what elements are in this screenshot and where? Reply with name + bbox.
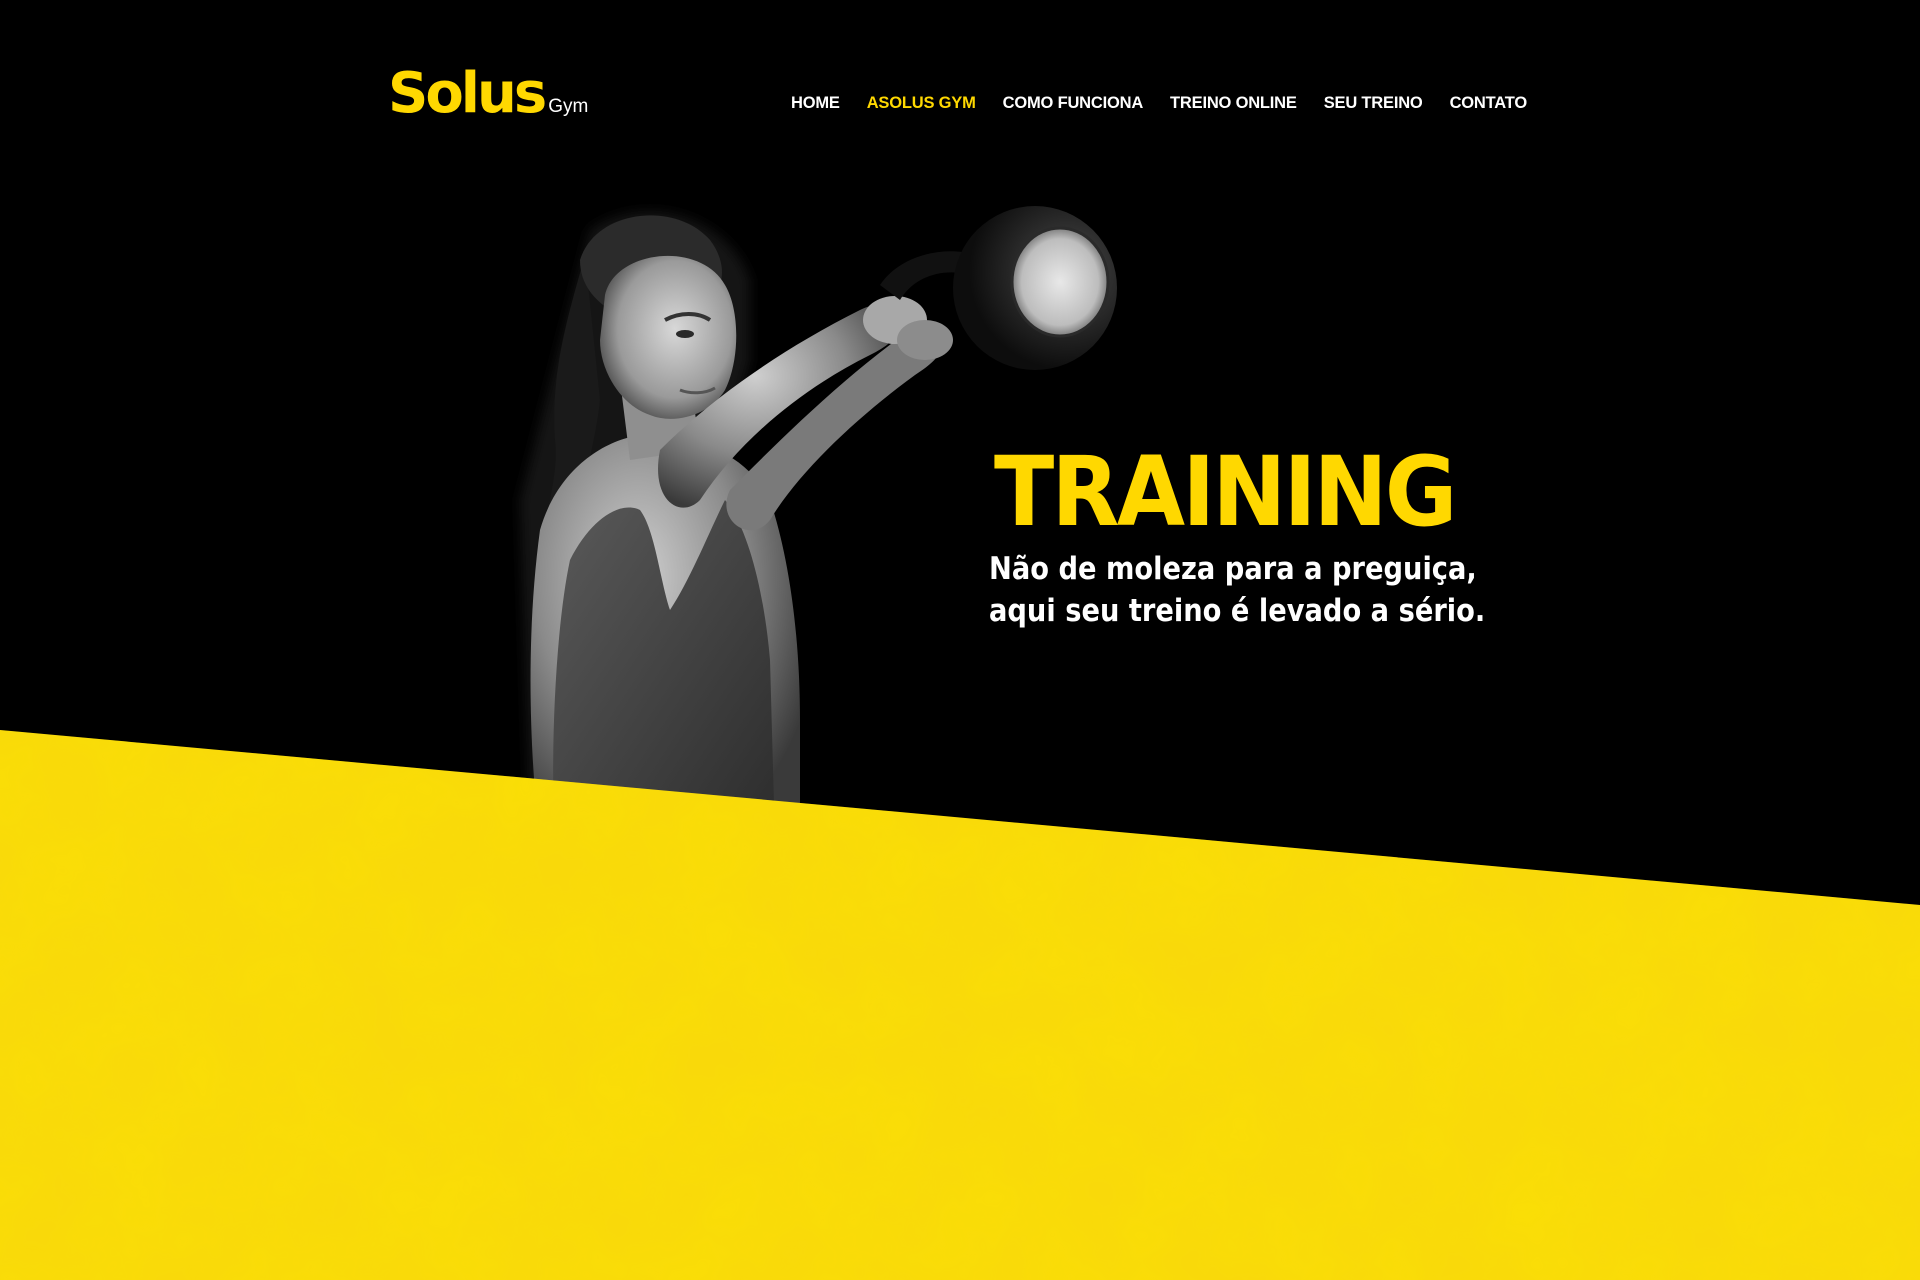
site-header: Solus Gym HOME ASOLUS GYM COMO FUNCIONA … [0, 0, 1920, 200]
logo-suffix: Gym [548, 96, 589, 117]
nav-seu-treino[interactable]: SEU TREINO [1324, 94, 1423, 112]
hero-subtitle-line1: Não de moleza para a preguiça, [989, 551, 1477, 587]
hero-subtitle: Não de moleza para a preguiça, aqui seu … [989, 548, 1485, 632]
nav-home[interactable]: HOME [791, 94, 840, 112]
nav-asolus-gym[interactable]: ASOLUS GYM [867, 94, 976, 112]
hero-subtitle-line2: aqui seu treino é levado a sério. [989, 593, 1486, 629]
hero-title: TRAINING [994, 436, 1457, 548]
brand-logo[interactable]: Solus Gym [388, 66, 588, 122]
logo-wordmark: Solus [388, 61, 547, 126]
nav-contato[interactable]: CONTATO [1450, 94, 1528, 112]
nav-como-funciona[interactable]: COMO FUNCIONA [1003, 94, 1144, 112]
landing-page: Solus Gym HOME ASOLUS GYM COMO FUNCIONA … [0, 0, 1920, 1280]
nav-treino-online[interactable]: TREINO ONLINE [1170, 94, 1297, 112]
main-nav: HOME ASOLUS GYM COMO FUNCIONA TREINO ONL… [791, 94, 1527, 113]
